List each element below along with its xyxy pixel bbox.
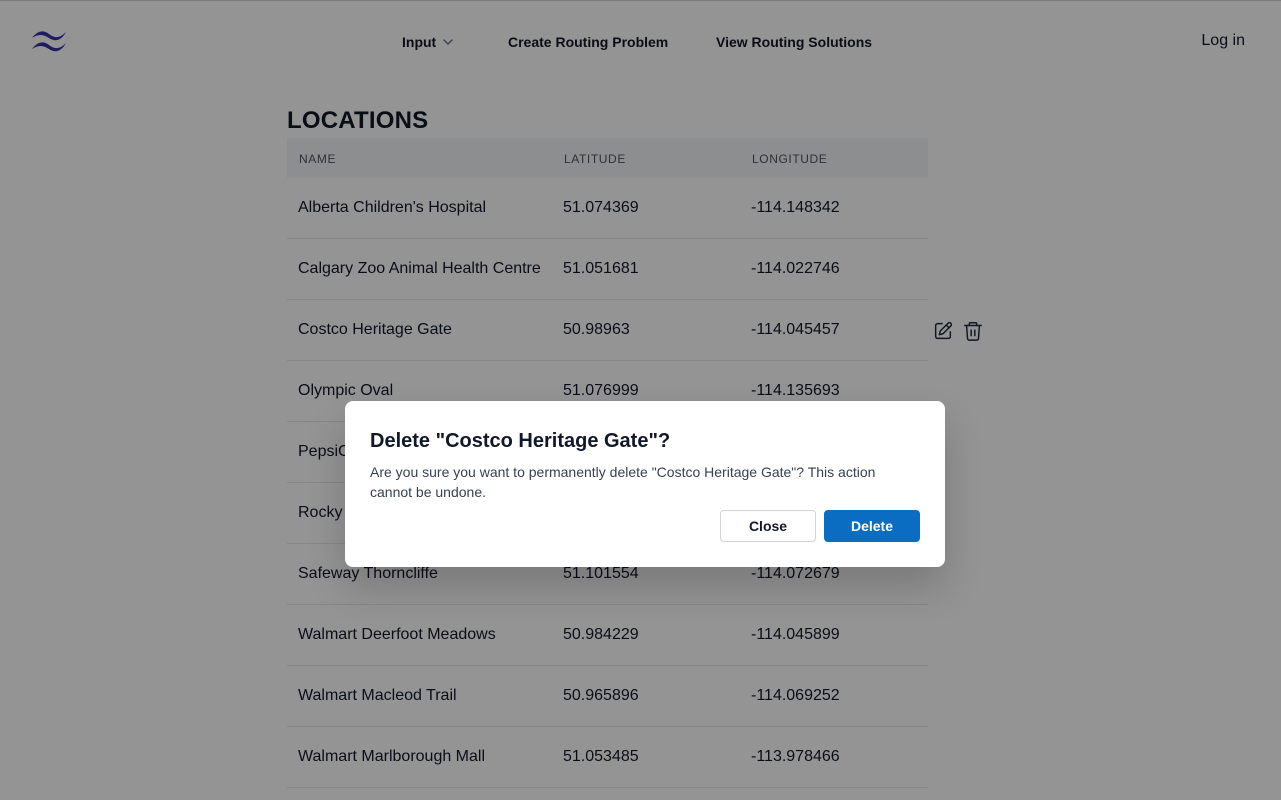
delete-confirmation-dialog: Delete "Costco Heritage Gate"? Are you s… <box>345 401 945 567</box>
close-button[interactable]: Close <box>720 510 816 542</box>
delete-button[interactable]: Delete <box>824 510 920 542</box>
dialog-message: Are you sure you want to permanently del… <box>370 464 876 500</box>
page: Input Create Routing Problem View Routin… <box>0 0 1281 800</box>
dialog-title: Delete "Costco Heritage Gate"? <box>370 430 671 452</box>
